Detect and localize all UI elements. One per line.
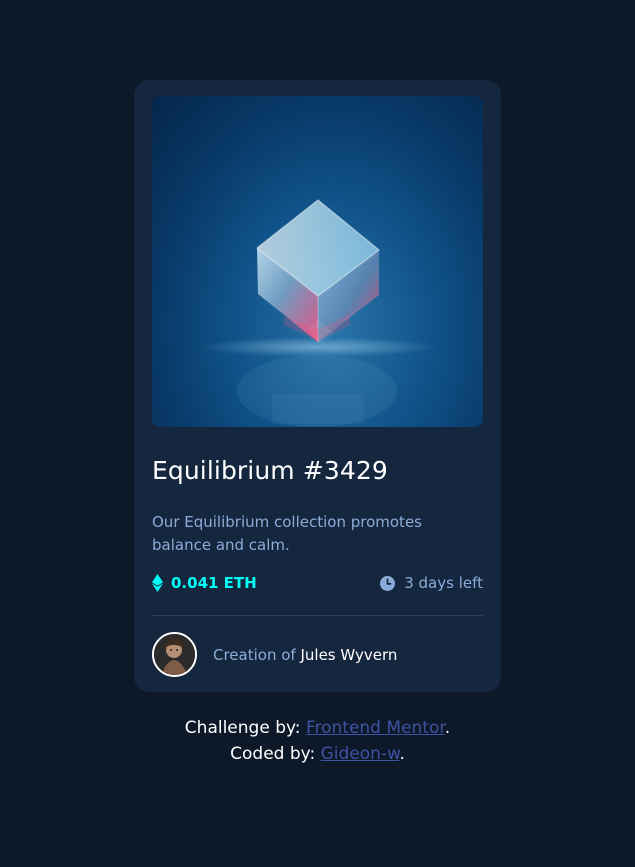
attribution-period-1: .: [444, 718, 451, 738]
nft-image[interactable]: [152, 96, 483, 427]
creator: Creation of Jules Wyvern: [152, 632, 397, 677]
divider: [152, 615, 483, 616]
crystal-cube-image: [198, 199, 438, 427]
attribution: Challenge by: Frontend Mentor. Coded by:…: [0, 715, 635, 767]
time-left: 3 days left: [380, 574, 483, 592]
clock-icon: [380, 575, 396, 591]
avatar: [152, 632, 197, 677]
creator-name[interactable]: Jules Wyvern: [300, 646, 397, 664]
attribution-line-1: Challenge by: Frontend Mentor.: [0, 715, 635, 741]
ethereum-icon: [152, 574, 163, 592]
coded-label: Coded by:: [230, 744, 316, 764]
author-link[interactable]: Gideon-w: [321, 744, 400, 764]
attribution-period-2: .: [399, 744, 405, 764]
attribution-line-2: Coded by: Gideon-w.: [0, 741, 635, 767]
frontend-mentor-link[interactable]: Frontend Mentor: [306, 718, 445, 738]
nft-card: Equilibrium #3429 Our Equilibrium collec…: [134, 80, 501, 692]
challenge-label: Challenge by:: [184, 718, 301, 738]
price-value: 0.041 ETH: [171, 574, 257, 592]
creator-prefix: Creation of: [213, 645, 296, 664]
card-description: Our Equilibrium collection promotes bala…: [152, 513, 422, 554]
price: 0.041 ETH: [152, 574, 257, 592]
creator-text: Creation of Jules Wyvern: [213, 646, 397, 664]
card-title[interactable]: Equilibrium #3429: [152, 456, 388, 485]
time-left-label: 3 days left: [404, 574, 483, 592]
avatar-icon: [154, 634, 195, 675]
